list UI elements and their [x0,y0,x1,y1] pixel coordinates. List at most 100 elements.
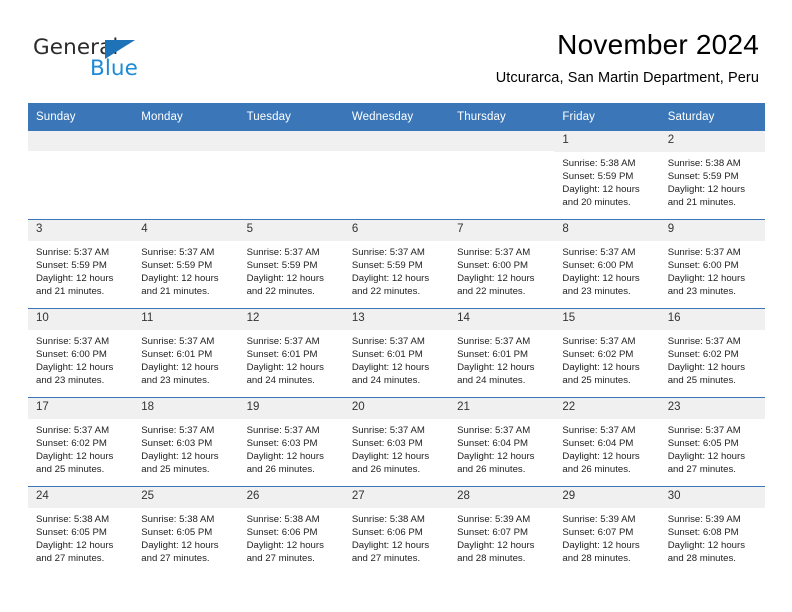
daylight-text: Daylight: 12 hours and 25 minutes. [36,450,114,476]
calendar-day-cell[interactable]: 22 Sunrise: 5:37 AM Sunset: 6:04 PM Dayligh… [554,397,660,487]
sunset-text: Sunset: 6:08 PM [667,526,739,538]
calendar-day-cell[interactable]: 3 Sunrise: 5:37 AM Sunset: 5:59 PM Daylight… [28,219,134,309]
calendar-day-cell[interactable]: 25 Sunrise: 5:38 AM Sunset: 6:05 PM Dayligh… [133,486,239,575]
calendar-day-cell[interactable]: 15 Sunrise: 5:37 AM Sunset: 6:02 PM Dayligh… [554,308,660,398]
calendar-day-cell[interactable]: 28 Sunrise: 5:39 AM Sunset: 6:07 PM Dayligh… [449,486,555,575]
calendar-day-cell[interactable]: 26 Sunrise: 5:38 AM Sunset: 6:06 PM Dayligh… [238,486,344,575]
location-subtitle: Utcurarca, San Martin Department, Peru [495,69,759,86]
day-info: Sunrise: 5:38 AM Sunset: 6:06 PM Daylight:… [344,508,449,566]
calendar-day-cell[interactable]: 9 Sunrise: 5:37 AM Sunset: 6:00 PM Daylight… [659,219,765,309]
calendar-day-cell[interactable]: 23 Sunrise: 5:37 AM Sunset: 6:05 PM Dayligh… [659,397,765,487]
sunset-text: Sunset: 6:01 PM [246,348,318,360]
sunset-text: Sunset: 6:00 PM [36,348,107,360]
sunrise-text: Sunrise: 5:37 AM [36,246,110,258]
daylight-text: Daylight: 12 hours and 26 minutes. [246,450,324,476]
day-info: Sunrise: 5:37 AM Sunset: 6:01 PM Daylight:… [239,330,344,388]
sunrise-text: Sunrise: 5:38 AM [351,513,425,525]
calendar-day-cell[interactable]: 18 Sunrise: 5:37 AM Sunset: 6:03 PM Dayligh… [133,397,239,487]
daylight-text: Daylight: 12 hours and 27 minutes. [141,539,219,565]
sunrise-text: Sunrise: 5:38 AM [141,513,215,525]
day-number: 16 [659,309,765,330]
daylight-text: Daylight: 12 hours and 21 minutes. [141,272,219,298]
day-info: Sunrise: 5:37 AM Sunset: 6:03 PM Daylight:… [239,419,344,477]
calendar-day-cell[interactable]: 19 Sunrise: 5:37 AM Sunset: 6:03 PM Dayligh… [238,397,344,487]
calendar-day-cell-empty [238,131,344,220]
day-info: Sunrise: 5:37 AM Sunset: 6:05 PM Daylight:… [660,419,765,477]
day-number: 6 [343,220,450,241]
calendar-week-row: 3 Sunrise: 5:37 AM Sunset: 5:59 PM Daylight… [28,219,765,309]
day-number [449,131,555,151]
sunset-text: Sunset: 5:59 PM [667,170,739,182]
general-blue-logo[interactable]: General Blue [33,37,233,89]
sunrise-text: Sunrise: 5:37 AM [562,246,636,258]
calendar-day-cell[interactable]: 29 Sunrise: 5:39 AM Sunset: 6:07 PM Dayligh… [554,486,660,575]
sunset-text: Sunset: 6:00 PM [562,259,634,271]
calendar-day-cell[interactable]: 2 Sunrise: 5:38 AM Sunset: 5:59 PM Daylight… [659,131,765,220]
calendar-day-cell[interactable]: 10 Sunrise: 5:37 AM Sunset: 6:00 PM Dayligh… [28,308,134,398]
day-number: 21 [449,398,555,419]
day-info: Sunrise: 5:37 AM Sunset: 6:01 PM Daylight:… [449,330,554,388]
calendar-day-cell[interactable]: 8 Sunrise: 5:37 AM Sunset: 6:00 PM Daylight… [554,219,660,309]
sunrise-text: Sunrise: 5:37 AM [351,424,425,436]
day-info: Sunrise: 5:37 AM Sunset: 6:04 PM Daylight:… [449,419,554,477]
daylight-text: Daylight: 12 hours and 26 minutes. [351,450,430,476]
sunset-text: Sunset: 6:03 PM [351,437,423,449]
sunset-text: Sunset: 6:05 PM [141,526,213,538]
weekday-header-monday: Monday [133,103,239,131]
sunset-text: Sunset: 6:03 PM [246,437,318,449]
calendar-day-cell[interactable]: 5 Sunrise: 5:37 AM Sunset: 5:59 PM Daylight… [238,219,344,309]
calendar-day-cell[interactable]: 27 Sunrise: 5:38 AM Sunset: 6:06 PM Dayligh… [343,486,450,575]
day-info: Sunrise: 5:37 AM Sunset: 6:01 PM Daylight:… [133,330,238,388]
day-number [133,131,239,151]
calendar-day-cell[interactable]: 17 Sunrise: 5:37 AM Sunset: 6:02 PM Dayligh… [28,397,134,487]
sunrise-text: Sunrise: 5:37 AM [36,335,110,347]
calendar-week-row: 1 Sunrise: 5:38 AM Sunset: 5:59 PM Daylight… [28,131,765,220]
day-info: Sunrise: 5:37 AM Sunset: 6:00 PM Daylight:… [449,241,554,299]
calendar-day-cell[interactable]: 16 Sunrise: 5:37 AM Sunset: 6:02 PM Dayligh… [659,308,765,398]
sunrise-text: Sunrise: 5:37 AM [562,335,636,347]
day-number: 4 [133,220,239,241]
calendar-page: General Blue November 2024 Utcurarca, Sa… [0,0,792,612]
daylight-text: Daylight: 12 hours and 23 minutes. [36,361,114,387]
daylight-text: Daylight: 12 hours and 27 minutes. [36,539,114,565]
weekday-header-tuesday: Tuesday [238,103,344,131]
calendar-day-cell[interactable]: 12 Sunrise: 5:37 AM Sunset: 6:01 PM Dayligh… [238,308,344,398]
day-info: Sunrise: 5:38 AM Sunset: 6:06 PM Daylight:… [239,508,344,566]
sunset-text: Sunset: 6:00 PM [667,259,739,271]
day-number: 1 [554,131,660,152]
sunset-text: Sunset: 6:07 PM [457,526,529,538]
calendar-day-cell[interactable]: 30 Sunrise: 5:39 AM Sunset: 6:08 PM Dayligh… [659,486,765,575]
calendar-day-cell[interactable]: 13 Sunrise: 5:37 AM Sunset: 6:01 PM Dayligh… [343,308,450,398]
sunrise-text: Sunrise: 5:37 AM [667,246,741,258]
calendar-day-cell[interactable]: 11 Sunrise: 5:37 AM Sunset: 6:01 PM Dayligh… [133,308,239,398]
day-number: 25 [133,487,239,508]
sunset-text: Sunset: 6:04 PM [562,437,634,449]
sunrise-text: Sunrise: 5:37 AM [562,424,636,436]
calendar-day-cell[interactable]: 24 Sunrise: 5:38 AM Sunset: 6:05 PM Dayligh… [28,486,134,575]
calendar-day-cell[interactable]: 7 Sunrise: 5:37 AM Sunset: 6:00 PM Daylight… [449,219,555,309]
daylight-text: Daylight: 12 hours and 28 minutes. [457,539,535,565]
day-number: 10 [28,309,134,330]
calendar-day-cell[interactable]: 20 Sunrise: 5:37 AM Sunset: 6:03 PM Dayligh… [343,397,450,487]
calendar-day-cell[interactable]: 21 Sunrise: 5:37 AM Sunset: 6:04 PM Dayligh… [449,397,555,487]
sunset-text: Sunset: 6:01 PM [457,348,529,360]
calendar-day-cell[interactable]: 14 Sunrise: 5:37 AM Sunset: 6:01 PM Dayligh… [449,308,555,398]
sunrise-text: Sunrise: 5:37 AM [457,246,531,258]
calendar-day-cell[interactable]: 6 Sunrise: 5:37 AM Sunset: 5:59 PM Daylight… [343,219,450,309]
calendar-day-cell[interactable]: 4 Sunrise: 5:37 AM Sunset: 5:59 PM Daylight… [133,219,239,309]
day-info: Sunrise: 5:37 AM Sunset: 6:02 PM Daylight:… [660,330,765,388]
day-info: Sunrise: 5:37 AM Sunset: 6:04 PM Daylight:… [554,419,659,477]
sunset-text: Sunset: 6:01 PM [351,348,423,360]
weekday-header-friday: Friday [554,103,660,131]
sunset-text: Sunset: 6:05 PM [36,526,107,538]
calendar-day-cell[interactable]: 1 Sunrise: 5:38 AM Sunset: 5:59 PM Daylight… [554,131,660,220]
sunset-text: Sunset: 6:02 PM [667,348,739,360]
calendar-day-cell-empty [133,131,239,220]
day-number: 17 [28,398,134,419]
sunset-text: Sunset: 6:02 PM [36,437,107,449]
day-info: Sunrise: 5:38 AM Sunset: 5:59 PM Daylight:… [554,152,659,210]
calendar-week-row: 24 Sunrise: 5:38 AM Sunset: 6:05 PM Dayligh… [28,486,765,575]
sunset-text: Sunset: 6:06 PM [351,526,423,538]
sunset-text: Sunset: 6:05 PM [667,437,739,449]
page-title: November 2024 [557,29,759,60]
